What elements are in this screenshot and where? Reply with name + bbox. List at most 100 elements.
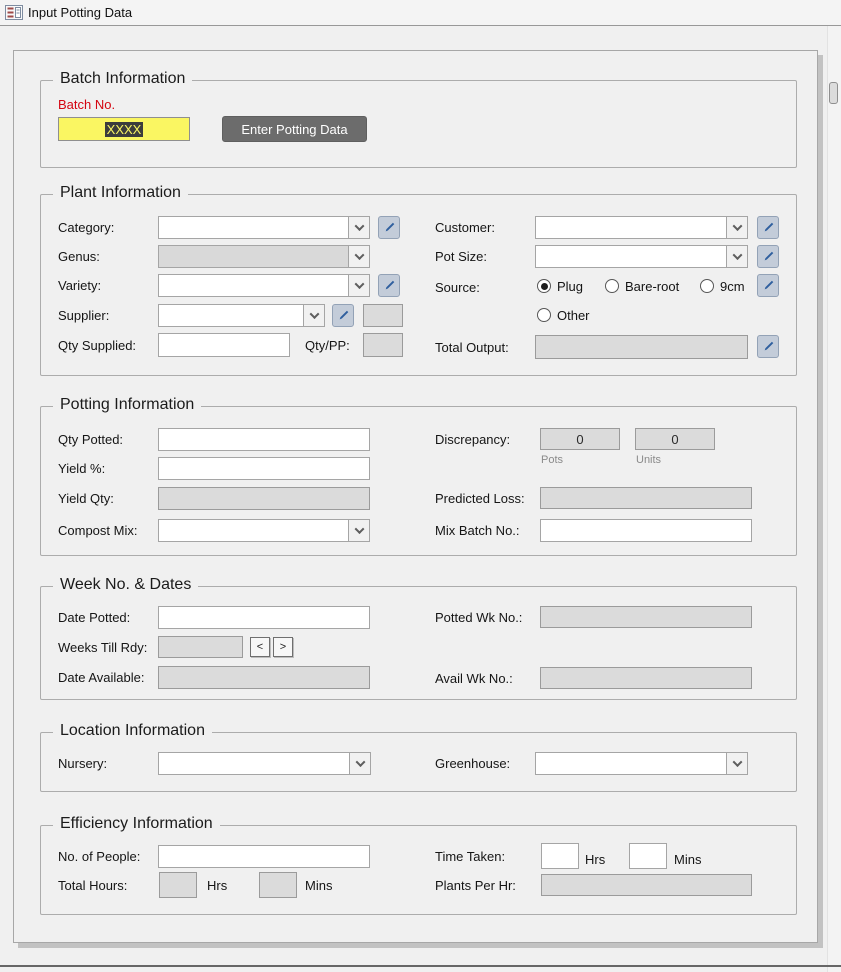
chevron-down-icon[interactable]: [303, 305, 324, 326]
time-taken-mins-caption: Mins: [674, 852, 702, 867]
batch-information-legend: Batch Information: [53, 70, 193, 88]
predicted-loss-label: Predicted Loss:: [435, 491, 525, 506]
yield-qty-field-disabled: [158, 487, 370, 510]
predicted-loss-field-disabled: [540, 487, 752, 509]
batch-no-label: Batch No.: [58, 97, 116, 112]
total-hours-hrs-caption: Hrs: [207, 878, 228, 893]
nursery-label: Nursery:: [58, 756, 108, 771]
plant-information-legend: Plant Information: [53, 184, 188, 202]
chevron-down-icon[interactable]: [348, 217, 369, 238]
avail-wk-no-field-disabled: [540, 667, 752, 689]
form-icon: [5, 5, 23, 20]
time-taken-mins-input[interactable]: [629, 843, 667, 869]
total-hours-label: Total Hours:: [58, 878, 128, 893]
pencil-icon: [764, 222, 773, 232]
source-edit-button[interactable]: [757, 274, 779, 297]
vertical-scrollbar-track[interactable]: [827, 26, 841, 972]
qty-pp-label: Qty/PP:: [305, 338, 350, 353]
total-hours-mins-caption: Mins: [305, 878, 333, 893]
mix-batch-no-input[interactable]: [540, 519, 752, 542]
vertical-scrollbar-thumb[interactable]: [829, 82, 838, 104]
discrepancy-pots-field: 0: [540, 428, 620, 450]
supplier-aux-field-disabled: [363, 304, 403, 327]
category-edit-button[interactable]: [378, 216, 400, 239]
chevron-down-icon[interactable]: [348, 275, 369, 296]
avail-wk-no-label: Avail Wk No.:: [435, 671, 513, 686]
source-plug-label: Plug: [557, 278, 584, 294]
bottom-divider: [0, 965, 841, 967]
chevron-down-icon[interactable]: [348, 520, 369, 541]
plants-per-hr-field-disabled: [541, 874, 752, 896]
weeks-increment-button[interactable]: >: [273, 637, 293, 657]
chevron-down-icon[interactable]: [726, 753, 747, 774]
radio-icon: [537, 308, 551, 322]
supplier-label: Supplier:: [58, 308, 110, 323]
weeks-decrement-button[interactable]: <: [250, 637, 270, 657]
discrepancy-units-field: 0: [635, 428, 715, 450]
pot-size-combobox[interactable]: [535, 245, 748, 268]
variety-combobox[interactable]: [158, 274, 370, 297]
form-title-bar: Input Potting Data: [0, 0, 841, 26]
chevron-down-icon[interactable]: [349, 753, 370, 774]
pencil-icon: [764, 341, 773, 351]
customer-edit-button[interactable]: [757, 216, 779, 239]
no-of-people-input[interactable]: [158, 845, 370, 868]
chevron-down-icon: [348, 246, 369, 267]
date-available-field-disabled: [158, 666, 370, 689]
source-radio-9cm[interactable]: 9cm: [700, 277, 745, 295]
qty-supplied-label: Qty Supplied:: [58, 338, 137, 353]
source-radio-bare-root[interactable]: Bare-root: [605, 277, 679, 295]
source-radio-other[interactable]: Other: [537, 306, 590, 324]
units-caption: Units: [636, 454, 662, 466]
plants-per-hr-label: Plants Per Hr:: [435, 878, 516, 893]
time-taken-hrs-caption: Hrs: [585, 852, 606, 867]
qty-pp-field-disabled: [363, 333, 403, 357]
batch-no-value: XXXX: [104, 121, 144, 137]
customer-label: Customer:: [435, 220, 495, 235]
customer-combobox[interactable]: [535, 216, 748, 239]
yield-pct-input[interactable]: [158, 457, 370, 480]
qty-potted-input[interactable]: [158, 428, 370, 451]
form-title: Input Potting Data: [28, 5, 133, 20]
greenhouse-label: Greenhouse:: [435, 756, 511, 771]
date-available-label: Date Available:: [58, 670, 145, 685]
category-combobox[interactable]: [158, 216, 370, 239]
variety-edit-button[interactable]: [378, 274, 400, 297]
radio-icon: [700, 279, 714, 293]
greenhouse-combobox[interactable]: [535, 752, 748, 775]
pencil-icon: [385, 280, 394, 290]
date-potted-label: Date Potted:: [58, 610, 131, 625]
nursery-combobox[interactable]: [158, 752, 371, 775]
week-no-dates-legend: Week No. & Dates: [53, 576, 199, 594]
source-9cm-label: 9cm: [720, 278, 745, 294]
enter-potting-data-button[interactable]: Enter Potting Data: [222, 116, 367, 142]
compost-mix-label: Compost Mix:: [58, 523, 138, 538]
supplier-edit-button[interactable]: [332, 304, 354, 327]
location-information-legend: Location Information: [53, 722, 212, 740]
source-label: Source:: [435, 280, 480, 295]
pot-size-edit-button[interactable]: [757, 245, 779, 268]
pencil-icon: [764, 280, 773, 290]
category-label: Category:: [58, 220, 115, 235]
supplier-combobox[interactable]: [158, 304, 325, 327]
total-output-edit-button[interactable]: [757, 335, 779, 358]
pot-size-label: Pot Size:: [435, 249, 488, 264]
potted-wk-no-field-disabled: [540, 606, 752, 628]
genus-label: Genus:: [58, 249, 100, 264]
pencil-icon: [764, 251, 773, 261]
radio-icon: [605, 279, 619, 293]
total-output-label: Total Output:: [435, 340, 509, 355]
chevron-down-icon[interactable]: [726, 217, 747, 238]
date-potted-input[interactable]: [158, 606, 370, 629]
source-radio-plug[interactable]: Plug: [537, 277, 583, 295]
variety-label: Variety:: [58, 278, 102, 293]
chevron-down-icon[interactable]: [726, 246, 747, 267]
batch-no-input[interactable]: XXXX: [58, 117, 190, 141]
radio-icon: [537, 279, 551, 293]
compost-mix-combobox[interactable]: [158, 519, 370, 542]
qty-supplied-input[interactable]: [158, 333, 290, 357]
time-taken-hrs-input[interactable]: [541, 843, 579, 869]
efficiency-information-legend: Efficiency Information: [53, 815, 220, 833]
yield-qty-label: Yield Qty:: [58, 491, 114, 506]
mix-batch-no-label: Mix Batch No.:: [435, 523, 520, 538]
